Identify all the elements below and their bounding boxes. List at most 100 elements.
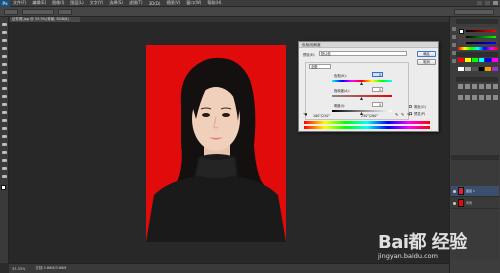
swatch[interactable]: [458, 66, 464, 71]
saturation-slider-thumb[interactable]: [360, 97, 363, 100]
channel-select[interactable]: 全图: [309, 64, 331, 69]
swatch[interactable]: [471, 66, 478, 71]
foreground-color-swatch[interactable]: [1, 185, 6, 190]
portrait-photo[interactable]: [146, 45, 286, 242]
hue-saturation-icon[interactable]: [493, 84, 498, 89]
swatch[interactable]: [492, 58, 498, 62]
menu-edit[interactable]: 编辑(E): [29, 0, 49, 6]
quick-select-tool-icon[interactable]: [2, 47, 7, 50]
marquee-tool-icon[interactable]: [2, 31, 7, 34]
menu-select[interactable]: 选择(S): [106, 0, 126, 6]
eye-icon[interactable]: [453, 189, 456, 193]
swatch[interactable]: [485, 58, 492, 62]
vibrance-icon[interactable]: [486, 84, 491, 89]
properties-icon[interactable]: [452, 43, 456, 47]
lasso-tool-icon[interactable]: [2, 39, 7, 42]
path-select-tool-icon[interactable]: [2, 151, 7, 154]
menu-view[interactable]: 视图(V): [163, 0, 183, 6]
blur-tool-icon[interactable]: [2, 119, 7, 122]
zoom-tool-icon[interactable]: [2, 175, 7, 178]
pen-tool-icon[interactable]: [2, 135, 7, 138]
channel-mixer-icon[interactable]: [479, 95, 484, 100]
blue-slider[interactable]: [466, 42, 496, 44]
eyedropper-icon[interactable]: ✎: [395, 113, 399, 117]
lightness-input[interactable]: 0: [372, 102, 383, 107]
crop-tool-icon[interactable]: [2, 55, 7, 58]
swatch[interactable]: [485, 66, 492, 71]
menu-window[interactable]: 窗口(W): [183, 0, 204, 6]
hand-adjust-icon[interactable]: ☚: [303, 113, 309, 118]
menu-filter[interactable]: 滤镜(T): [126, 0, 146, 6]
panel-foreground-swatch[interactable]: [459, 29, 464, 34]
lightness-slider-track[interactable]: [332, 110, 392, 112]
layer-row[interactable]: 背景: [451, 198, 499, 209]
tool-option-field[interactable]: [22, 8, 54, 15]
swatches-panel-tab[interactable]: [456, 52, 498, 57]
tool-preset-picker[interactable]: [4, 8, 18, 15]
hue-slider-thumb[interactable]: [360, 82, 363, 85]
character-icon[interactable]: [452, 59, 456, 63]
eyedropper-tool-icon[interactable]: [2, 63, 7, 66]
preset-select[interactable]: 默认值: [319, 51, 407, 56]
color-panel-tab[interactable]: [456, 19, 498, 24]
eraser-tool-icon[interactable]: [2, 103, 7, 106]
dodge-tool-icon[interactable]: [2, 127, 7, 130]
swatch[interactable]: [471, 58, 478, 62]
red-slider[interactable]: [466, 30, 496, 32]
layer-row[interactable]: 图层 1: [451, 186, 499, 197]
type-tool-icon[interactable]: [2, 143, 7, 146]
levels-icon[interactable]: [465, 84, 470, 89]
adjustments-panel-tab[interactable]: [456, 77, 498, 82]
zoom-level[interactable]: 33.33%: [12, 267, 25, 271]
menu-file[interactable]: 文件(F): [10, 0, 29, 6]
colorize-checkbox[interactable]: [409, 105, 412, 108]
dialog-title[interactable]: 色相/饱和度: [299, 42, 438, 48]
saturation-slider-track[interactable]: [332, 95, 392, 97]
eyedropper-minus-icon[interactable]: ✎: [407, 113, 411, 117]
minimize-icon[interactable]: [477, 1, 482, 5]
history-icon[interactable]: [452, 27, 456, 31]
gradient-tool-icon[interactable]: [2, 111, 7, 114]
actions-icon[interactable]: [452, 35, 456, 39]
healing-brush-tool-icon[interactable]: [2, 71, 7, 74]
brush-tool-icon[interactable]: [2, 79, 7, 82]
swatch[interactable]: [478, 66, 485, 71]
eye-icon[interactable]: [453, 201, 456, 205]
menu-3d[interactable]: 3D(D): [146, 1, 164, 6]
photo-filter-icon[interactable]: [472, 95, 477, 100]
hue-slider-track[interactable]: [332, 80, 392, 82]
swatch[interactable]: [458, 58, 464, 62]
saturation-input[interactable]: 0: [372, 87, 383, 92]
brightness-icon[interactable]: [458, 84, 463, 89]
color-ramp[interactable]: [458, 47, 498, 50]
move-tool-icon[interactable]: [2, 23, 7, 26]
color-balance-icon[interactable]: [458, 95, 463, 100]
invert-icon[interactable]: [486, 95, 491, 100]
shape-tool-icon[interactable]: [2, 159, 7, 162]
swatch[interactable]: [464, 58, 471, 62]
swatch[interactable]: [478, 58, 485, 62]
tool-option-toggle[interactable]: [58, 8, 72, 15]
exposure-icon[interactable]: [479, 84, 484, 89]
hue-input[interactable]: 0: [372, 72, 383, 77]
layers-panel-tab[interactable]: [451, 155, 499, 160]
menu-type[interactable]: 文字(Y): [87, 0, 107, 6]
curves-icon[interactable]: [472, 84, 477, 89]
eyedropper-plus-icon[interactable]: ✎: [401, 113, 405, 117]
green-slider[interactable]: [466, 36, 496, 38]
hand-tool-icon[interactable]: [2, 167, 7, 170]
swatch[interactable]: [492, 66, 498, 71]
menu-help[interactable]: 帮助(H): [204, 0, 224, 6]
swatch[interactable]: [464, 66, 471, 71]
cancel-button[interactable]: 取消: [417, 59, 436, 65]
history-brush-tool-icon[interactable]: [2, 95, 7, 98]
ok-button[interactable]: 确定: [417, 51, 436, 57]
menu-layer[interactable]: 图层(L): [67, 0, 86, 6]
black-white-icon[interactable]: [465, 95, 470, 100]
menu-image[interactable]: 图像(I): [49, 0, 67, 6]
maximize-icon[interactable]: [485, 1, 490, 5]
workspace-switcher[interactable]: [454, 8, 494, 15]
posterize-icon[interactable]: [493, 95, 498, 100]
clone-stamp-tool-icon[interactable]: [2, 87, 7, 90]
close-icon[interactable]: [493, 1, 498, 5]
